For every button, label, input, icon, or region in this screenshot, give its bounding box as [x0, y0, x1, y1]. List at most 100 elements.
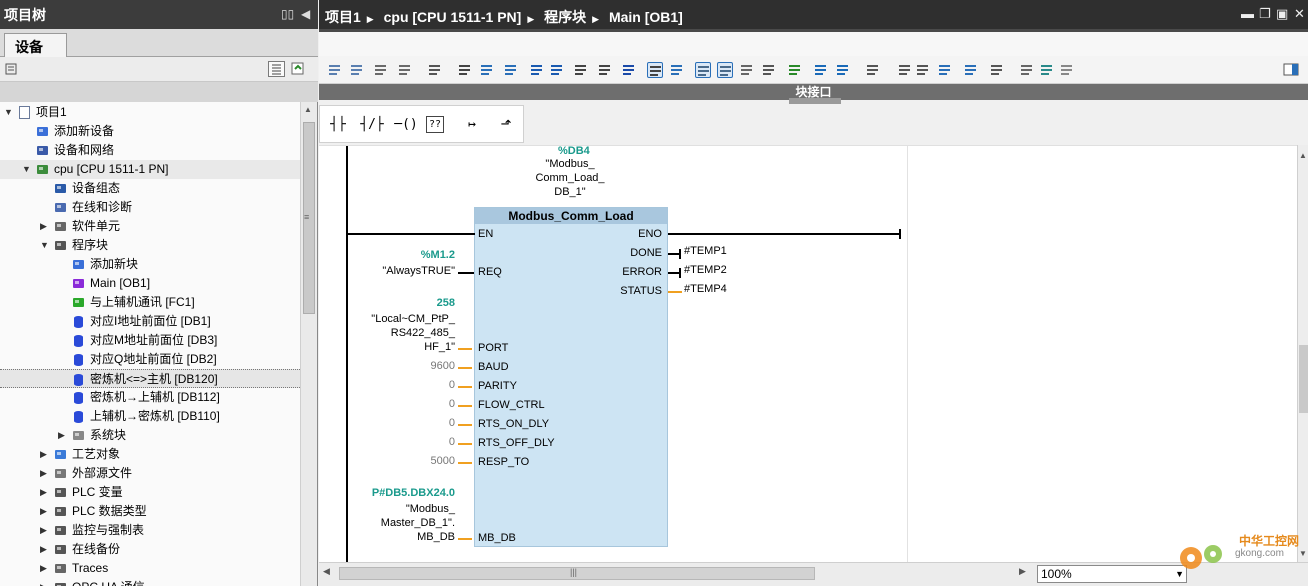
tree-item[interactable]: 对应Q地址前面位 [DB2]	[0, 350, 300, 369]
online-icon[interactable]	[1019, 62, 1035, 78]
panel-toggle-icon[interactable]	[1283, 62, 1299, 78]
input-pin-label[interactable]: REQ	[478, 265, 502, 279]
input-value[interactable]: 9600	[431, 360, 455, 373]
input-value[interactable]: 0	[449, 417, 455, 430]
restore-icon[interactable]: ❐	[1259, 6, 1271, 22]
panel-collapse-icon[interactable]: ◀	[301, 7, 310, 21]
input-value[interactable]: MB_DB	[417, 531, 455, 544]
expand-open-icon[interactable]: ▼	[4, 103, 14, 122]
absolute-symbolic-icon[interactable]	[457, 62, 473, 78]
expand-closed-icon[interactable]: ▶	[40, 502, 50, 521]
input-pin-label[interactable]: EN	[478, 227, 493, 241]
block-call-icon[interactable]	[761, 62, 777, 78]
editor-vertical-scrollbar[interactable]: ▲ ▼	[1297, 145, 1308, 562]
go-to-icon[interactable]	[621, 62, 637, 78]
input-value[interactable]: RS422_485_	[391, 327, 455, 340]
tree-item[interactable]: 密炼机→上辅机 [DB112]	[0, 388, 300, 407]
input-value[interactable]: HF_1"	[424, 341, 455, 354]
tree-item[interactable]: 添加新设备	[0, 122, 300, 141]
input-value[interactable]: "Local~CM_PtP_	[371, 313, 455, 326]
panel-layout-icon[interactable]: ▯▯	[281, 7, 294, 21]
nc-contact-icon[interactable]: ┤/├	[358, 115, 386, 135]
input-value[interactable]: "AlwaysTRUE"	[382, 265, 455, 278]
input-value[interactable]: 0	[449, 398, 455, 411]
expand-closed-icon[interactable]: ▶	[40, 483, 50, 502]
output-variable[interactable]: #TEMP2	[684, 264, 727, 277]
input-pin-label[interactable]: RESP_TO	[478, 455, 529, 469]
tree-item[interactable]: ▶ 在线备份	[0, 540, 300, 559]
navigate-icon[interactable]	[963, 62, 979, 78]
input-pin-label[interactable]: PORT	[478, 341, 508, 355]
input-value[interactable]: 5000	[431, 455, 455, 468]
input-address[interactable]: 258	[437, 297, 455, 310]
compare-icon[interactable]	[865, 62, 881, 78]
tree-item[interactable]: ▶ 系统块	[0, 426, 300, 445]
update-calls-icon[interactable]	[739, 62, 755, 78]
expand-closed-icon[interactable]: ▶	[40, 540, 50, 559]
watch-icon[interactable]	[813, 62, 829, 78]
show-comments-icon[interactable]	[503, 62, 519, 78]
input-address[interactable]: %M1.2	[421, 249, 455, 262]
tree-item[interactable]: 与上辅机通讯 [FC1]	[0, 293, 300, 312]
expand-closed-icon[interactable]: ▶	[40, 559, 50, 578]
breadcrumb-cpu[interactable]: cpu [CPU 1511-1 PN]	[384, 9, 522, 25]
output-variable[interactable]: #TEMP4	[684, 283, 727, 296]
tree-item[interactable]: ▶ 监控与强制表	[0, 521, 300, 540]
input-pin-label[interactable]: BAUD	[478, 360, 509, 374]
input-address[interactable]: P#DB5.DBX24.0	[372, 487, 455, 500]
expand-closed-icon[interactable]: ▶	[40, 521, 50, 540]
zoom-select[interactable]: 100% ▼	[1037, 565, 1187, 583]
close-branch-icon[interactable]: ⬏	[492, 115, 520, 135]
expand-closed-icon[interactable]: ▶	[58, 426, 68, 445]
tree-sync-icon[interactable]	[290, 61, 307, 77]
output-pin-label[interactable]: STATUS	[620, 284, 662, 298]
tree-item[interactable]: ▶ 外部源文件	[0, 464, 300, 483]
input-value[interactable]: "Modbus_	[406, 503, 455, 516]
breadcrumb-program-blocks[interactable]: 程序块	[544, 9, 586, 25]
add-row-icon[interactable]	[397, 62, 413, 78]
output-pin-label[interactable]: DONE	[630, 246, 662, 260]
tree-item[interactable]: 密炼机<=>主机 [DB120]	[0, 369, 300, 388]
input-pin-label[interactable]: FLOW_CTRL	[478, 398, 545, 412]
tree-item[interactable]: ▼ cpu [CPU 1511-1 PN]	[0, 160, 300, 179]
delete-network-icon[interactable]	[349, 62, 365, 78]
input-pin-label[interactable]: MB_DB	[478, 531, 516, 545]
input-pin-label[interactable]: PARITY	[478, 379, 517, 393]
coil-icon[interactable]: ─()	[392, 115, 420, 135]
editor-horizontal-scroll-thumb[interactable]: |||	[339, 567, 815, 580]
close-icon[interactable]: ✕	[1294, 6, 1305, 22]
expand-closed-icon[interactable]: ▶	[40, 217, 50, 236]
insert-row-icon[interactable]	[373, 62, 389, 78]
monitoring-icon[interactable]	[787, 62, 803, 78]
scroll-up-icon[interactable]: ▲	[304, 105, 312, 114]
tab-devices[interactable]: 设备	[4, 33, 67, 58]
tree-item[interactable]: ▶ 软件单元	[0, 217, 300, 236]
expand-open-icon[interactable]: ▼	[40, 236, 50, 255]
project-tree-scrollbar[interactable]: ▲ ≡	[300, 102, 317, 586]
scroll-up-icon[interactable]: ▲	[1299, 151, 1307, 160]
next-bookmark-icon[interactable]	[597, 62, 613, 78]
output-variable[interactable]: #TEMP1	[684, 245, 727, 258]
reset-start-icon[interactable]	[427, 62, 443, 78]
tree-item[interactable]: 设备和网络	[0, 141, 300, 160]
maximize-icon[interactable]: ▣	[1276, 6, 1288, 22]
detailed-view-icon[interactable]	[669, 62, 685, 78]
code-view-icon[interactable]	[647, 62, 663, 78]
open-branch-icon[interactable]: ↦	[458, 115, 486, 135]
previous-error-icon[interactable]	[695, 62, 711, 78]
scroll-left-icon[interactable]: ◀	[323, 566, 330, 577]
assign-icon[interactable]	[937, 62, 953, 78]
snapshot-icon[interactable]	[835, 62, 851, 78]
tree-item[interactable]: 对应I地址前面位 [DB1]	[0, 312, 300, 331]
minimize-icon[interactable]: ▬	[1241, 6, 1254, 21]
empty-box-icon[interactable]: ??	[426, 116, 444, 133]
db-tool-icon[interactable]	[1059, 62, 1075, 78]
networks-close-icon[interactable]	[549, 62, 565, 78]
cross-ref-icon[interactable]	[897, 62, 913, 78]
breadcrumb-project[interactable]: 项目1	[325, 9, 361, 25]
ladder-editor-canvas[interactable]: %DB4 "Modbus_ Comm_Load_ DB_1" Modbus_Co…	[319, 145, 1297, 562]
insert-network-icon[interactable]	[327, 62, 343, 78]
tree-item[interactable]: ▶ OPC UA 通信	[0, 578, 300, 586]
show-favorites-icon[interactable]	[479, 62, 495, 78]
tree-item[interactable]: 添加新块	[0, 255, 300, 274]
